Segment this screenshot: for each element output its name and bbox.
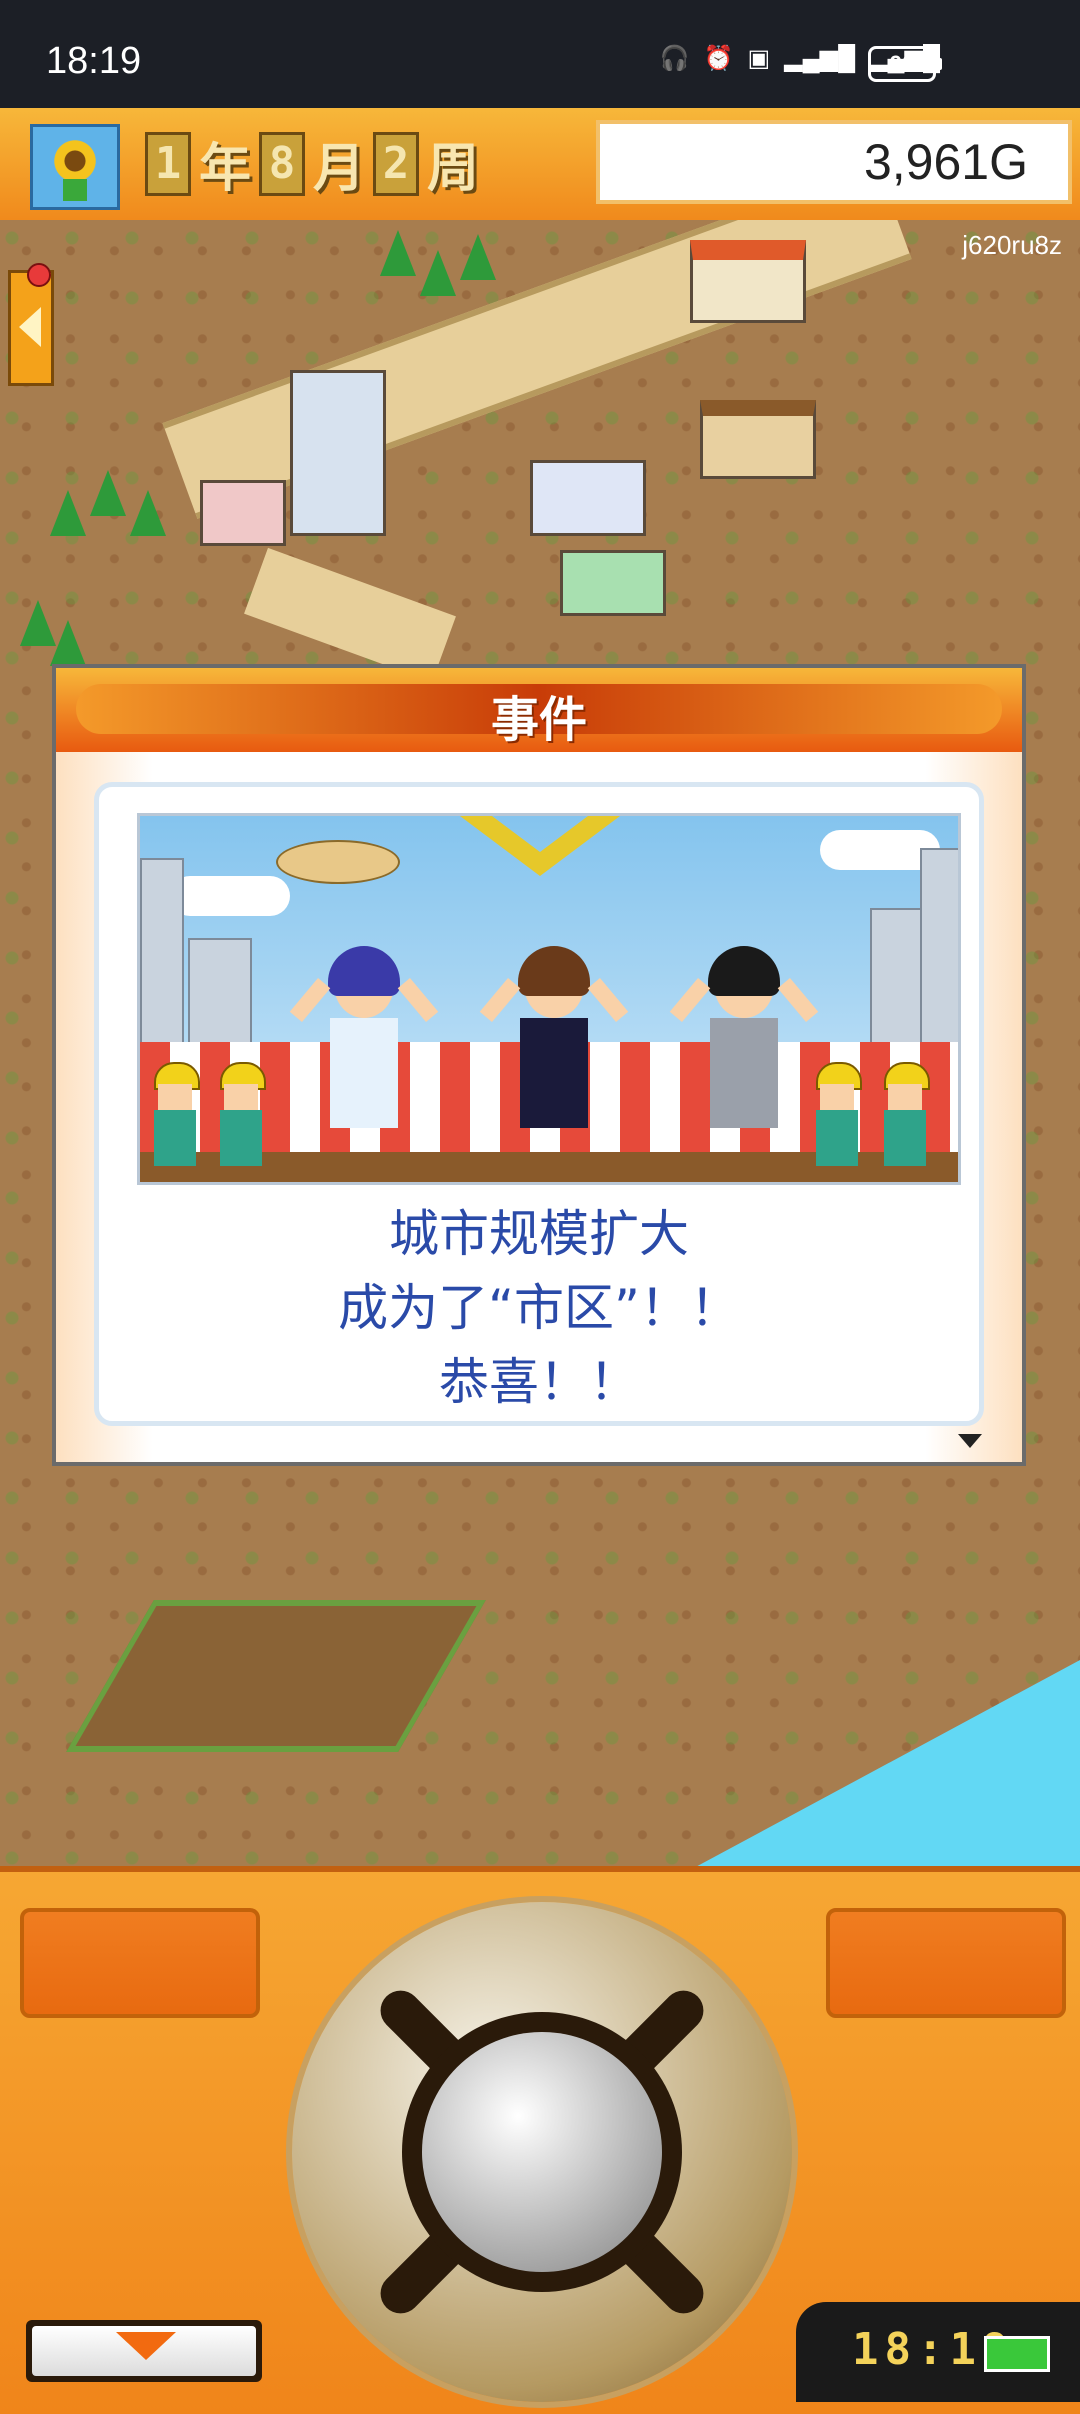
month-unit: 月	[313, 139, 366, 199]
dpad-center-button[interactable]	[422, 2032, 662, 2272]
status-bar: 18:19 🎧 ⏰ ▣ ▂▄▆█ ▂▄▆█ 90	[0, 0, 1080, 108]
road	[244, 547, 456, 683]
sunflower-logo-icon[interactable]	[30, 124, 120, 210]
triangle-down-icon	[116, 2332, 176, 2360]
skyscraper-icon	[870, 908, 924, 1062]
5g-signal-icon: ▂▄▆█	[784, 45, 856, 72]
tree-icon	[130, 490, 166, 536]
character-nurse	[289, 946, 439, 1162]
house-building[interactable]	[690, 240, 806, 323]
worker-character	[812, 1062, 862, 1172]
shop-building[interactable]	[200, 480, 286, 546]
empty-lot[interactable]	[66, 1600, 486, 1752]
battery-icon	[984, 2336, 1050, 2372]
office-building[interactable]	[290, 370, 386, 536]
tree-icon	[90, 470, 126, 516]
tree-icon	[460, 234, 496, 280]
year-unit: 年	[199, 139, 252, 199]
month-number: 8	[259, 131, 306, 196]
event-message-line: 城市规模扩大	[389, 1205, 689, 1263]
tree-icon	[50, 490, 86, 536]
game-date: 1 年 8 月 2 周	[145, 126, 479, 201]
control-panel: 18:19	[0, 1866, 1080, 2414]
worker-character	[150, 1062, 200, 1172]
house-building[interactable]	[700, 400, 816, 479]
directional-pad[interactable]	[292, 1902, 792, 2402]
store-building[interactable]	[530, 460, 646, 536]
event-message-line: 恭喜！！	[439, 1353, 639, 1411]
tree-icon	[380, 230, 416, 276]
menu-button[interactable]	[26, 2320, 262, 2382]
worker-character	[880, 1062, 930, 1172]
event-card: 城市规模扩大 成为了“市区”！！ 恭喜！！	[94, 782, 984, 1426]
game-clock: 18:19	[796, 2302, 1080, 2402]
status-time: 18:19	[46, 40, 142, 82]
sunflower-stem	[63, 179, 87, 201]
alarm-icon: ⏰	[703, 45, 734, 72]
character-girl	[479, 946, 629, 1162]
celebration-illustration	[137, 813, 961, 1185]
dialog-title: 事件	[490, 692, 587, 748]
year-number: 1	[145, 131, 191, 196]
arrow-left-icon	[19, 307, 41, 347]
skyscraper-icon	[140, 858, 184, 1062]
dialog-header: 事件	[56, 668, 1022, 752]
dialog-body: 城市规模扩大 成为了“市区”！！ 恭喜！！	[56, 752, 1022, 1462]
event-dialog[interactable]: 事件 城市规模扩大 成为了“市区”！！ 恭喜！！	[52, 664, 1026, 1466]
headphones-icon: 🎧	[659, 45, 690, 72]
hd-icon: ▣	[747, 45, 771, 72]
watermark-text: j620ru8z	[962, 230, 1062, 260]
skyscraper-icon	[920, 848, 958, 1062]
cloud-icon	[170, 876, 290, 916]
week-number: 2	[373, 131, 420, 196]
sunflower-icon	[51, 137, 99, 185]
battery-indicator: 90	[868, 46, 942, 82]
ribbon-icon	[460, 816, 620, 876]
event-message: 城市规模扩大 成为了“市区”！！ 恭喜！！	[99, 1197, 979, 1419]
week-unit: 周	[427, 139, 480, 199]
side-menu-tab[interactable]	[8, 263, 54, 386]
left-action-button[interactable]	[20, 1908, 260, 2018]
tree-icon	[420, 250, 456, 296]
continue-arrow-icon[interactable]	[958, 1434, 982, 1448]
top-hud: 1 年 8 月 2 周 3,961G	[0, 108, 1080, 224]
character-businessman	[669, 946, 819, 1162]
worker-character	[216, 1062, 266, 1172]
gold-counter: 3,961G	[596, 120, 1072, 204]
notification-dot-icon	[27, 263, 51, 287]
blimp-icon	[276, 840, 400, 884]
event-message-line: 成为了“市区”！！	[338, 1279, 740, 1337]
tree-icon	[50, 620, 86, 666]
right-action-button[interactable]	[826, 1908, 1066, 2018]
store-building[interactable]	[560, 550, 666, 616]
